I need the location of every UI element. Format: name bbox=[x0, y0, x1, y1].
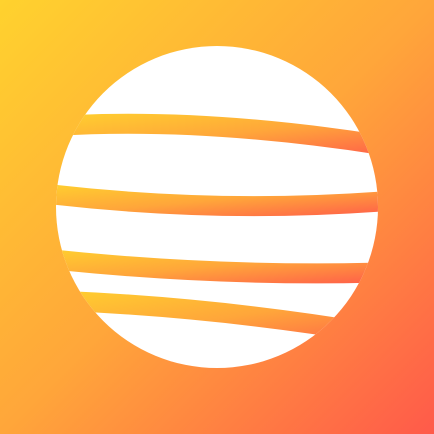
app-icon bbox=[0, 0, 434, 434]
app-icon-graphic bbox=[0, 0, 434, 434]
